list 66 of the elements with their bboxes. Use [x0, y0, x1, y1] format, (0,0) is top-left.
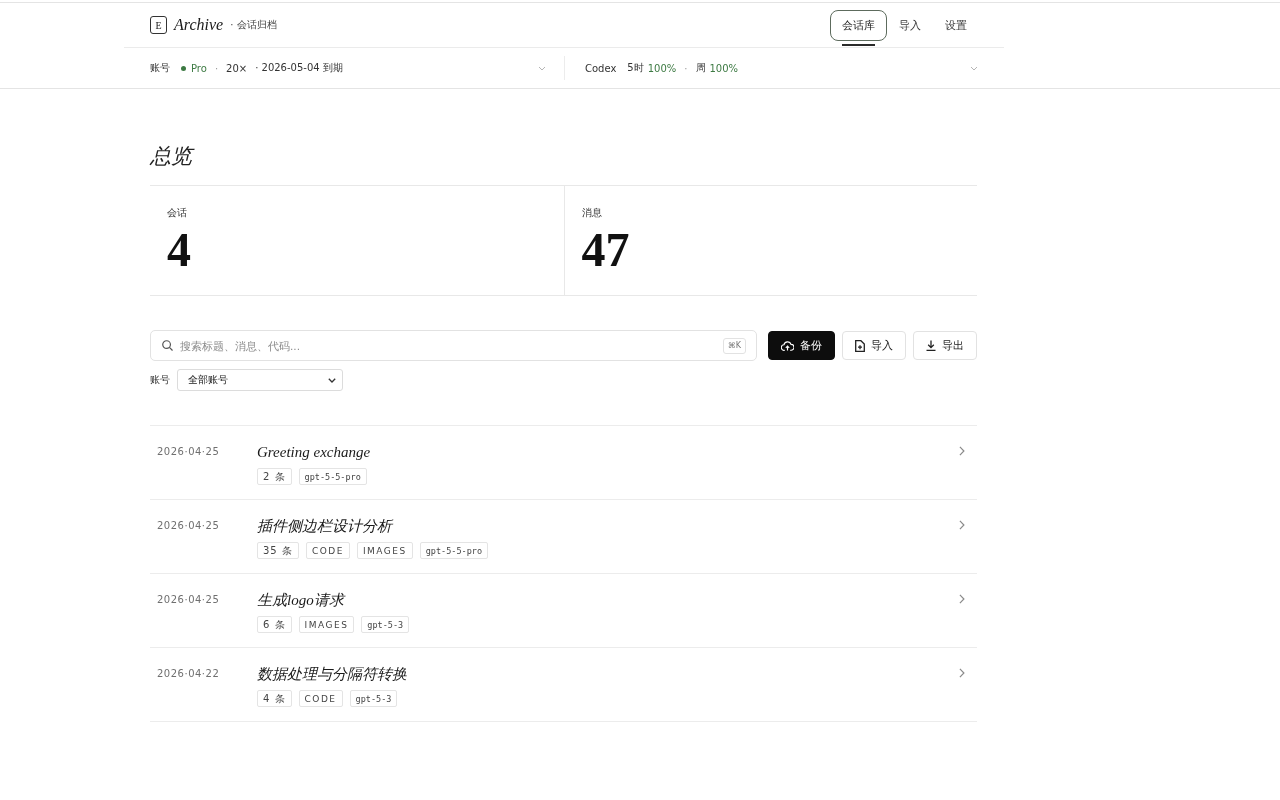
search-field[interactable]: 搜索标题、消息、代码...: [180, 335, 716, 356]
account-detail: 20×: [226, 62, 248, 74]
feature-tag: IMAGES: [298, 616, 355, 633]
cloud-upload-icon: [781, 340, 794, 351]
conversation-date: 2026·04·25: [157, 519, 221, 533]
conversation-date: 2026·04·25: [157, 593, 221, 607]
model-tag: gpt-5-3: [349, 690, 398, 707]
message-count-tag: 4 条: [257, 690, 292, 707]
nav-tab[interactable]: 导入: [887, 10, 933, 41]
filter-label: 账号: [150, 373, 170, 387]
toolbar-button[interactable]: 备份: [768, 331, 835, 360]
chevron-right-icon: [959, 594, 965, 604]
feature-tag: CODE: [305, 542, 350, 559]
model-tag: gpt-5-5-pro: [298, 468, 367, 485]
account-detail: · 2026-05-04 到期: [255, 61, 343, 75]
stat-value: 47: [581, 226, 631, 274]
conversation-date: 2026·04·25: [157, 445, 221, 459]
conversation-date: 2026·04·22: [157, 667, 221, 681]
chevron-down-icon: [328, 377, 336, 383]
chevron-down-icon: [970, 65, 978, 71]
section-title: 总览: [150, 143, 977, 169]
nav-tab[interactable]: 会话库: [830, 10, 887, 41]
nav-tab[interactable]: 设置: [933, 10, 979, 41]
stat-value: 4: [167, 226, 192, 274]
quota-label: 5时: [627, 61, 644, 75]
conversation-title: 数据处理与分隔符转换: [257, 665, 408, 684]
feature-tag: IMAGES: [356, 542, 413, 559]
model-tag: gpt-5-3: [361, 616, 410, 633]
search-bar[interactable]: 搜索标题、消息、代码... ⌘K: [150, 330, 757, 361]
feature-tag: CODE: [298, 690, 343, 707]
toolbar-button[interactable]: 导入: [842, 331, 906, 360]
file-plus-icon: [855, 339, 865, 352]
chevron-right-icon: [959, 446, 965, 456]
quota-label: 周: [695, 61, 706, 75]
chevron-down-icon: [538, 65, 546, 71]
chevron-right-icon: [959, 520, 965, 530]
account-select[interactable]: 全部账号: [177, 369, 343, 391]
conversation-title: 生成logo请求: [257, 591, 347, 610]
search-icon: [162, 340, 173, 351]
shortcut-hint: ⌘K: [722, 337, 746, 354]
plan-label: Pro: [191, 62, 207, 74]
message-count-tag: 6 条: [257, 616, 292, 633]
message-count-tag: 35 条: [257, 542, 299, 559]
quota-value: 100%: [709, 62, 739, 74]
conversation-row[interactable]: 2026·04·25 生成logo请求 6 条 IMAGES gpt-5-3: [150, 574, 977, 648]
separator: ·: [214, 62, 219, 74]
quota-value: 100%: [647, 62, 677, 74]
download-icon: [926, 340, 936, 351]
conversation-title: 插件侧边栏设计分析: [257, 517, 394, 536]
conversation-row[interactable]: 2026·04·25 Greeting exchange 2 条 gpt-5-5-pro: [150, 426, 977, 500]
account-label: 账号: [150, 61, 170, 75]
model-tag: gpt-5-5-pro: [419, 542, 488, 559]
conversation-row[interactable]: 2026·04·22 数据处理与分隔符转换 4 条 CODE gpt-5-3: [150, 648, 977, 722]
service-label: Codex: [585, 62, 617, 74]
brand-name: Archive: [174, 16, 224, 34]
conversation-row[interactable]: 2026·04·25 插件侧边栏设计分析 35 条 CODE IMAGES gpt-5-5-pro: [150, 500, 977, 574]
logo-mark: E: [150, 16, 167, 34]
status-dot-icon: [181, 65, 186, 71]
conversation-title: Greeting exchange: [257, 443, 372, 462]
message-count-tag: 2 条: [257, 468, 292, 485]
separator: ·: [684, 62, 688, 74]
stat-label: 消息: [581, 206, 603, 220]
chevron-right-icon: [959, 668, 965, 678]
stat-label: 会话: [167, 206, 188, 220]
brand-subtitle: · 会话归档: [230, 18, 277, 32]
toolbar-button[interactable]: 导出: [913, 331, 977, 360]
